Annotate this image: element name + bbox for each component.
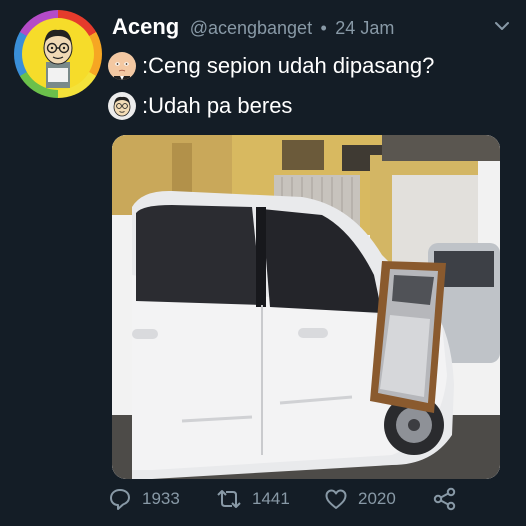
chevron-down-icon[interactable]	[492, 16, 512, 36]
car-with-mirror-photo	[112, 135, 500, 479]
baby-boss-emoji-icon	[108, 52, 136, 80]
reply-button[interactable]: 1933	[108, 484, 180, 514]
aceng-face-emoji-icon	[108, 92, 136, 120]
tweet-text-line: :Udah pa beres	[108, 90, 292, 122]
user-handle[interactable]: @acengbanget	[190, 18, 312, 38]
share-button[interactable]	[432, 484, 468, 514]
tweet-actions-bar: 1933 1441 2020	[0, 484, 526, 514]
heart-icon	[324, 487, 348, 511]
share-icon	[432, 487, 458, 511]
avatar-cartoon-icon	[22, 18, 94, 90]
tweet-text: :Ceng sepion udah dipasang?	[142, 53, 435, 78]
retweet-icon	[216, 487, 242, 511]
tweet-text-line: :Ceng sepion udah dipasang?	[108, 50, 434, 82]
tweet-media-photo[interactable]	[112, 135, 500, 479]
tweet-text: :Udah pa beres	[142, 93, 293, 118]
like-button[interactable]: 2020	[324, 484, 396, 514]
profile-avatar[interactable]	[14, 10, 102, 98]
retweet-count: 1441	[252, 489, 290, 508]
tweet-card[interactable]: Aceng @acengbanget • 24 Jam :Ceng sepion…	[0, 0, 526, 526]
retweet-button[interactable]: 1441	[216, 484, 290, 514]
separator-dot: •	[320, 18, 327, 38]
tweet-timestamp[interactable]: 24 Jam	[335, 18, 394, 38]
reply-count: 1933	[142, 489, 180, 508]
tweet-header: Aceng @acengbanget • 24 Jam	[112, 14, 394, 44]
display-name[interactable]: Aceng	[112, 14, 179, 39]
reply-icon	[108, 487, 132, 511]
like-count: 2020	[358, 489, 396, 508]
